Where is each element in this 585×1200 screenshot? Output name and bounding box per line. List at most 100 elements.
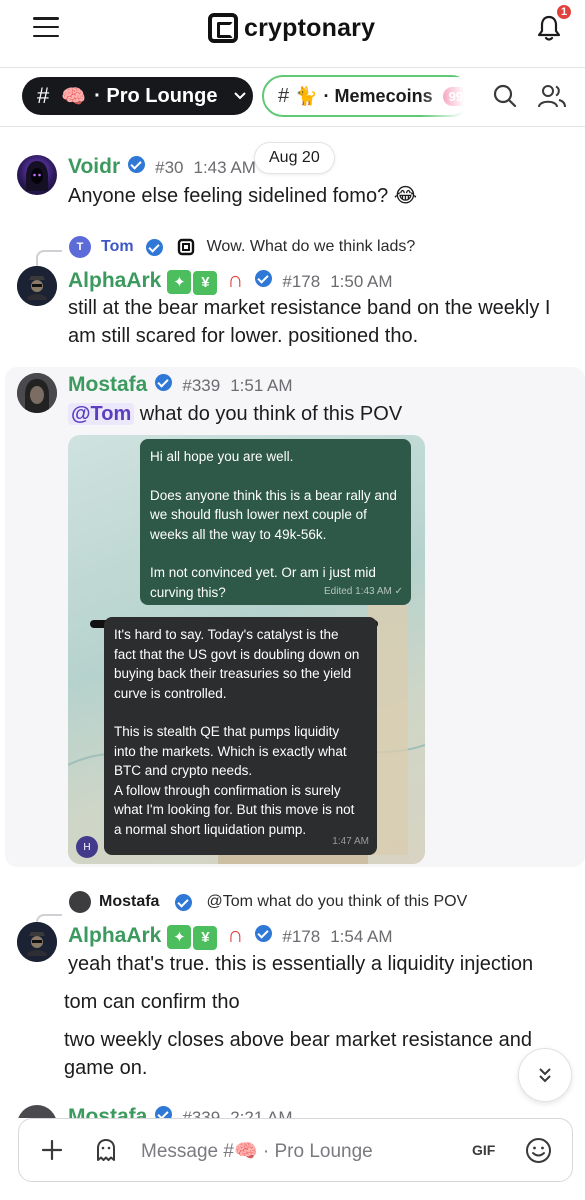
image-attachment[interactable]: Hi all hope you are well. Does anyone th… [68,435,425,864]
bubble-line: A follow through confirmation is surely [114,782,341,798]
avatar[interactable] [17,155,57,195]
bubble-line: Does anyone think this is a bear rally a… [150,487,397,503]
avatar-image-icon [17,266,57,306]
member-number: #178 [282,272,321,291]
channel-label: · Memecoins [323,85,433,106]
timestamp: 1:54 AM [330,927,393,946]
bubble-line: curve is controlled. [114,685,227,701]
message-text: yeah that's true. this is essentially a … [68,953,534,975]
reply-preview[interactable]: T Tom Wow. What do we think lads? [69,236,415,258]
bubble-line: fact that the US govt is doubling down o… [114,646,360,662]
member-number: #30 [155,158,184,177]
timestamp: 1:50 AM [330,272,393,291]
gif-button[interactable]: GIF [472,1142,495,1158]
smile-icon[interactable] [525,1137,552,1164]
verified-icon [255,925,273,942]
message-header: Mostafa #339 1:51 AM [68,373,293,397]
channel-label: · Pro Lounge [94,84,218,107]
message-text: still at the bear market resistance band… [68,297,551,319]
message-text: @Tom what do you think of this POV [68,400,402,428]
logo-text: cryptonary [244,13,376,42]
message-text: am still scared for lower. positioned th… [68,325,419,347]
bubble-line: into the markets. Which is exactly what [114,743,347,759]
verified-icon [255,270,273,287]
bubble-line: BTC and crypto needs. [114,763,253,778]
screenshot-avatar: H [76,836,98,858]
bubble-line: This is stealth QE that pumps liquidity [114,724,340,739]
verified-icon [175,893,193,911]
author-name[interactable]: Mostafa [68,1105,147,1118]
channel-emoji: 🐈 [295,85,318,106]
channel-hash: # [37,83,50,108]
reply-connector [36,250,62,266]
member-number: #339 [182,376,221,395]
reply-text: @Tom what do you think of this POV [206,893,468,910]
reply-text: Wow. What do we think lads? [206,238,416,255]
reply-author: Tom [101,238,134,255]
avatar[interactable] [17,922,57,962]
scroll-to-bottom-button[interactable] [518,1048,572,1102]
avatar[interactable] [17,1105,57,1118]
channel-pro-lounge[interactable]: # 🧠 · Pro Lounge [22,77,253,115]
bubble-line: a normal short liquidation pump. [114,821,307,837]
bubble-line: Hi all hope you are well. [150,449,294,464]
timestamp: 1:43 AM [193,158,256,177]
bubble-line: we should flush lower next couple of [150,507,367,522]
verified-icon [145,238,163,256]
cryptonary-icon [177,238,194,256]
bubble-line: weeks all the way to 49k-56k. [150,526,327,542]
message-header: AlphaArk ✦ ¥ ∩ #178 1:54 AM [68,922,393,950]
author-name[interactable]: Mostafa [68,373,147,397]
member-number: #178 [282,927,321,946]
reply-avatar [69,891,91,913]
message-body: what do you think of this POV [139,403,403,425]
reply-avatar: T [69,236,91,258]
reply-preview[interactable]: Mostafa @Tom what do you think of this P… [69,891,467,913]
message-text: two weekly closes above bear market resi… [64,1029,533,1051]
yen-badge-icon: ¥ [193,925,218,950]
screenshot-incoming-bubble: It's hard to say. Today's catalyst is th… [104,617,377,855]
notification-count-badge: 1 [555,3,573,21]
logo[interactable]: cryptonary [208,12,375,44]
avatar-image-icon [17,922,57,962]
top-bar: cryptonary 1 [0,0,585,68]
people-icon[interactable] [538,83,566,109]
bubble-line: Im not convinced yet. Or am i just mid [150,565,376,580]
plus-icon[interactable] [41,1139,63,1161]
message-composer: Message #🧠 · Pro Lounge GIF [18,1118,573,1182]
author-name[interactable]: Voidr [68,155,120,179]
verified-icon [128,156,146,173]
avatar[interactable] [17,373,57,413]
message-header: Voidr #30 1:43 AM [68,155,256,179]
member-number: #339 [182,1108,221,1118]
bubble-line: buying back their treasuries so the yiel… [114,666,352,681]
bubble-timestamp: Edited 1:43 AM ✓ [324,585,403,597]
message-header: Mostafa #339 2:21 AM [68,1105,293,1118]
search-icon[interactable] [492,83,518,109]
avatar-image-icon [17,373,57,413]
channel-hash: # [278,84,290,107]
bubble-line: what I'm looking for. But this move is n… [114,802,355,817]
magnet-badge-icon: ∩ [227,267,244,292]
message-feed[interactable]: Aug 20 Voidr #30 1:43 AM Anyone else fee… [0,128,585,1118]
channel-emoji: 🧠 [61,85,87,108]
verified-icon [155,1106,173,1118]
message-text: tom can confirm tho [64,991,240,1013]
sparkle-badge-icon: ✦ [167,925,192,949]
channel-bar: # 🧠 · Pro Lounge # 🐈 · Memecoins 99 [0,69,585,127]
bubble-timestamp: 1:47 AM [332,835,369,847]
magnet-badge-icon: ∩ [227,922,244,947]
ghost-icon[interactable] [95,1138,117,1162]
author-name[interactable]: AlphaArk [68,924,161,948]
logo-mark-icon [208,13,238,43]
timestamp: 1:51 AM [230,376,293,395]
message-input[interactable]: Message #🧠 · Pro Lounge [141,1139,373,1163]
message-text: game on. [64,1057,148,1079]
menu-icon[interactable] [33,17,59,37]
avatar[interactable] [17,266,57,306]
user-mention[interactable]: @Tom [68,403,135,425]
message-header: AlphaArk ✦ ¥ ∩ #178 1:50 AM [68,267,393,295]
bubble-line: It's hard to say. Today's catalyst is th… [114,627,339,642]
author-name[interactable]: AlphaArk [68,269,161,293]
channel-fade [420,77,472,117]
